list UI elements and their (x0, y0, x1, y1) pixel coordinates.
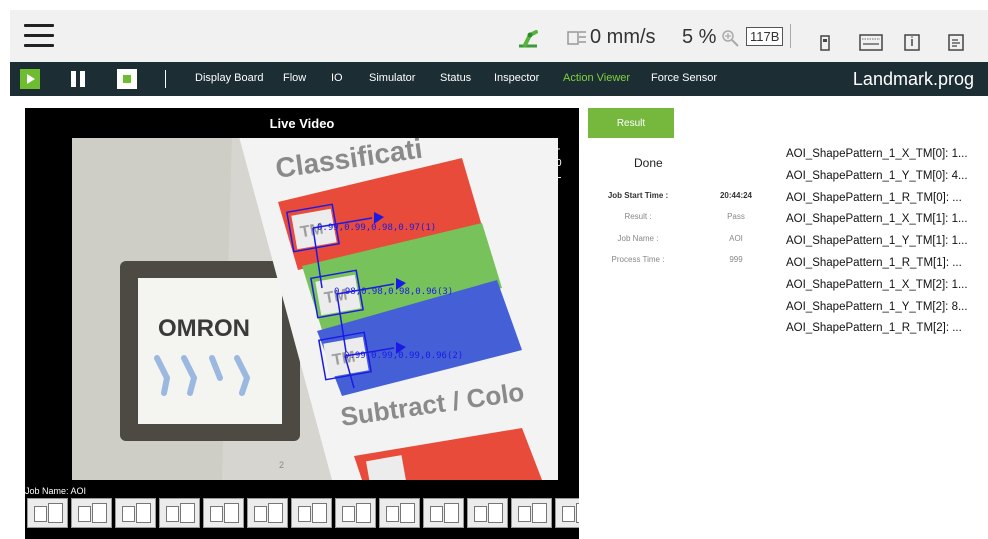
thumbnail[interactable] (467, 498, 508, 528)
thumbnail[interactable] (379, 498, 420, 528)
info-value: 999 (729, 255, 743, 264)
list-item: AOI_ShapePattern_1_Y_TM[2]: 8... (786, 300, 968, 313)
thumbnail[interactable] (159, 498, 200, 528)
list-item: AOI_ShapePattern_1_X_TM[0]: 1... (786, 148, 968, 160)
tab-simulator[interactable]: Simulator (369, 72, 415, 84)
list-item: AOI_ShapePattern_1_R_TM[1]: ... (786, 256, 962, 269)
info-value: 20:44:24 (719, 191, 753, 200)
result-button[interactable]: Result (588, 108, 674, 138)
header-divider (790, 24, 791, 48)
zoom-icon (722, 29, 740, 47)
thumbnail[interactable] (115, 498, 156, 528)
list-item: AOI_ShapePattern_1_Y_TM[0]: 4... (786, 169, 968, 182)
speed-indicator: 0 mm/s (566, 26, 656, 49)
info-key: Process Time : (611, 255, 665, 264)
thumbnail-strip (27, 498, 579, 528)
speed-value: 0 mm/s (590, 26, 656, 48)
thumbnail[interactable] (511, 498, 552, 528)
robot-arm-icon (516, 26, 540, 48)
list-item: AOI_ShapePattern_1_X_TM[1]: 1... (786, 213, 968, 226)
toolbar-divider (165, 70, 166, 88)
app-window: 0 mm/s 5 % 117B Display Board Flow IO Si… (0, 0, 988, 539)
controller-icon[interactable] (816, 32, 834, 52)
detection-label-1: 0.99,0.99,0.98,0.97(1) (317, 223, 436, 233)
menu-icon[interactable] (24, 24, 54, 48)
scene-logo-text: OMRON (158, 315, 250, 342)
tab-action-viewer[interactable]: Action Viewer (563, 72, 630, 84)
job-name-label: Job Name: AOI (25, 486, 87, 496)
speed-percent-indicator[interactable]: 5 % (682, 26, 740, 49)
list-item: AOI_ShapePattern_1_Y_TM[1]: 1... (786, 235, 968, 248)
keyboard-icon[interactable] (858, 32, 884, 52)
thumbnail[interactable] (71, 498, 112, 528)
camera-image: OMRON Classificati TM TM TM 0.99,0.99,0.… (72, 138, 558, 480)
pause-button[interactable] (68, 69, 88, 89)
thumbnail[interactable] (423, 498, 464, 528)
info-key: Job Start Time : (607, 191, 669, 200)
live-video-title: Live Video (269, 116, 335, 131)
detection-label-2: 0.98,0.98,0.98,0.96(3) (334, 287, 453, 297)
detection-label-3: 0.99,0.99,0.99,0.96(2) (344, 351, 463, 361)
notepad-icon[interactable] (946, 32, 966, 52)
info-icon[interactable] (902, 32, 922, 52)
result-variable-list: AOI_ShapePattern_1_X_TM[0]: 1... AOI_Sha… (786, 146, 986, 342)
info-key: Job Name : (617, 234, 659, 243)
thumbnail[interactable] (27, 498, 68, 528)
scene-small-number: 2 (279, 460, 284, 470)
thumbnail[interactable] (555, 498, 579, 528)
info-value: AOI (729, 234, 743, 243)
list-item: AOI_ShapePattern_1_R_TM[2]: ... (786, 322, 962, 335)
program-name: Landmark.prog (852, 69, 974, 89)
tab-io[interactable]: IO (331, 72, 343, 84)
speed-gauge-icon (567, 30, 586, 45)
live-video-panel: Live Video + x0 − OMRON Classificati (25, 108, 579, 539)
thumbnail[interactable] (291, 498, 332, 528)
tab-force-sensor[interactable]: Force Sensor (651, 72, 717, 84)
main-toolbar: Display Board Flow IO Simulator Status I… (10, 62, 988, 96)
thumbnail[interactable] (247, 498, 288, 528)
header-bar: 0 mm/s 5 % 117B (10, 10, 988, 62)
info-value: Pass (727, 212, 745, 221)
job-status: Done (634, 156, 663, 170)
thumbnail[interactable] (203, 498, 244, 528)
tab-flow[interactable]: Flow (283, 72, 306, 84)
tab-display-board[interactable]: Display Board (195, 72, 263, 84)
tab-status[interactable]: Status (440, 72, 471, 84)
list-item: AOI_ShapePattern_1_R_TM[0]: ... (786, 191, 962, 204)
thumbnail[interactable] (335, 498, 376, 528)
status-badge: 117B (746, 27, 784, 46)
list-item: AOI_ShapePattern_1_X_TM[2]: 1... (786, 278, 968, 291)
speed-percent: 5 % (682, 26, 717, 48)
play-button[interactable] (20, 69, 40, 89)
stop-button[interactable] (117, 69, 137, 89)
tab-inspector[interactable]: Inspector (494, 72, 539, 84)
info-key: Result : (624, 212, 652, 221)
